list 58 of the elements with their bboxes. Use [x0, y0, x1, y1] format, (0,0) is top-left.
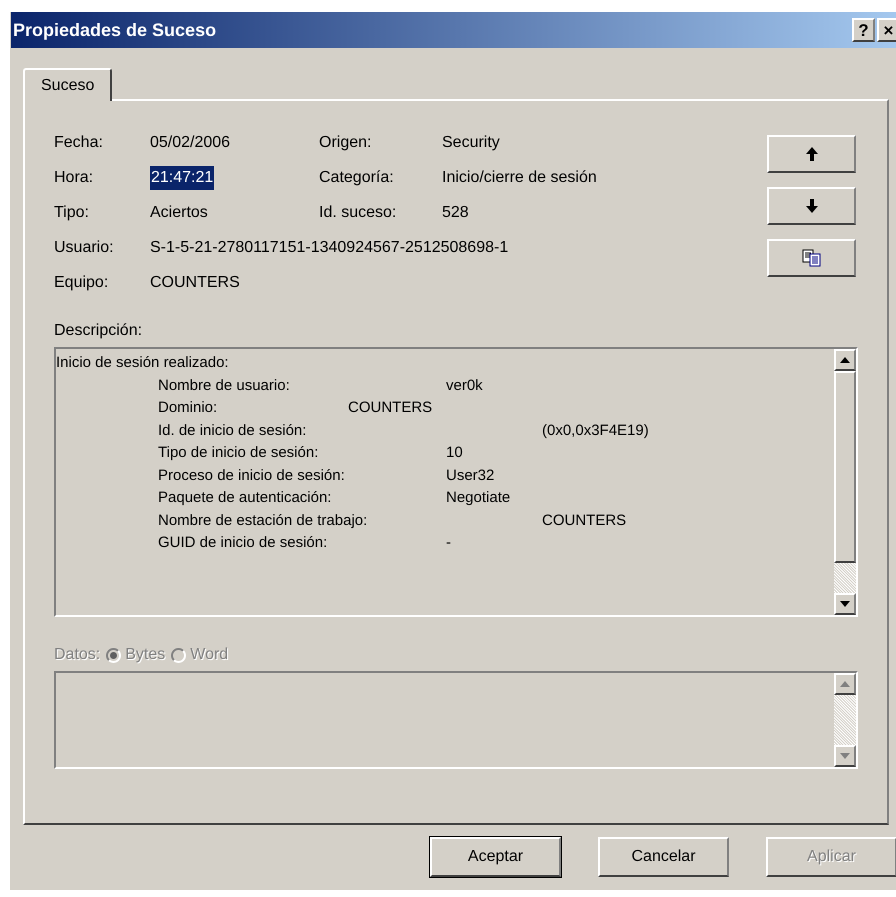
field-label: Hora: — [54, 168, 94, 188]
description-value: COUNTERS — [542, 510, 626, 530]
description-value: - — [446, 533, 451, 553]
scroll-thumb[interactable] — [834, 371, 856, 563]
description-key: GUID de inicio de sesión: — [158, 532, 446, 554]
scroll-down-button[interactable] — [834, 593, 856, 615]
up-arrow-icon — [804, 146, 818, 162]
description-value: 10 — [446, 443, 463, 463]
title-bar-button[interactable]: ? — [852, 18, 875, 42]
scroll-up-button[interactable] — [834, 673, 856, 695]
field-label: Equipo: — [54, 273, 110, 293]
description-key: Proceso de inicio de sesión: — [158, 464, 446, 487]
scroll-up-button[interactable] — [834, 349, 856, 371]
scrollbar[interactable] — [834, 673, 856, 767]
title-bar-button[interactable]: × — [877, 18, 896, 42]
data-label: Datos: — [54, 645, 100, 665]
field-value: 528 — [442, 203, 469, 223]
up-button[interactable] — [767, 135, 856, 173]
copy-button[interactable] — [767, 239, 856, 277]
description-value: COUNTERS — [348, 398, 432, 418]
description-value: User32 — [446, 466, 494, 486]
field-label: Id. suceso: — [319, 203, 398, 223]
down-triangle-icon — [840, 601, 850, 607]
scrollbar[interactable] — [834, 349, 856, 615]
description-key: Nombre de estación de trabajo: — [158, 510, 542, 532]
field-value: Aciertos — [150, 203, 208, 223]
field-label: Fecha: — [54, 133, 104, 153]
field-label: Tipo: — [54, 203, 90, 223]
field-label: Categoría: — [319, 168, 395, 188]
description-key: Dominio: — [158, 397, 348, 420]
field-value: COUNTERS — [150, 273, 240, 293]
field-value: 05/02/2006 — [150, 133, 230, 153]
dialog-button[interactable]: Aceptar — [430, 837, 561, 877]
field-value: Inicio/cierre de sesión — [442, 168, 597, 188]
description-key: Paquete de autenticación: — [158, 487, 446, 510]
description-heading: Inicio de sesión realizado: — [56, 353, 230, 373]
description-label: Descripción: — [54, 321, 144, 341]
field-value: Security — [442, 133, 500, 153]
description-key: Id. de inicio de sesión: — [158, 420, 542, 442]
scroll-down-button[interactable] — [834, 745, 856, 767]
copy-icon — [802, 249, 822, 267]
down-button[interactable] — [767, 187, 856, 225]
up-triangle-icon — [840, 681, 850, 687]
field-value: 21:47:21 — [150, 166, 214, 190]
field-value: S-1-5-21-2780117151-1340924567-2512508698-1 — [150, 238, 508, 258]
field-label: Usuario: — [54, 238, 115, 258]
description-key: Nombre de usuario: — [158, 374, 446, 397]
window-title: Propiedades de Suceso — [13, 18, 218, 42]
description-value: ver0k — [446, 376, 483, 396]
description-key: Tipo de inicio de sesión: — [158, 442, 446, 464]
tab[interactable]: Suceso — [23, 68, 112, 101]
down-arrow-icon — [804, 198, 818, 214]
down-triangle-icon — [840, 753, 850, 759]
dialog-button[interactable]: Cancelar — [598, 837, 729, 877]
description-value: (0x0,0x3F4E19) — [542, 420, 649, 440]
description-value: Negotiate — [446, 488, 510, 508]
field-label: Origen: — [319, 133, 372, 153]
up-triangle-icon — [840, 357, 850, 363]
